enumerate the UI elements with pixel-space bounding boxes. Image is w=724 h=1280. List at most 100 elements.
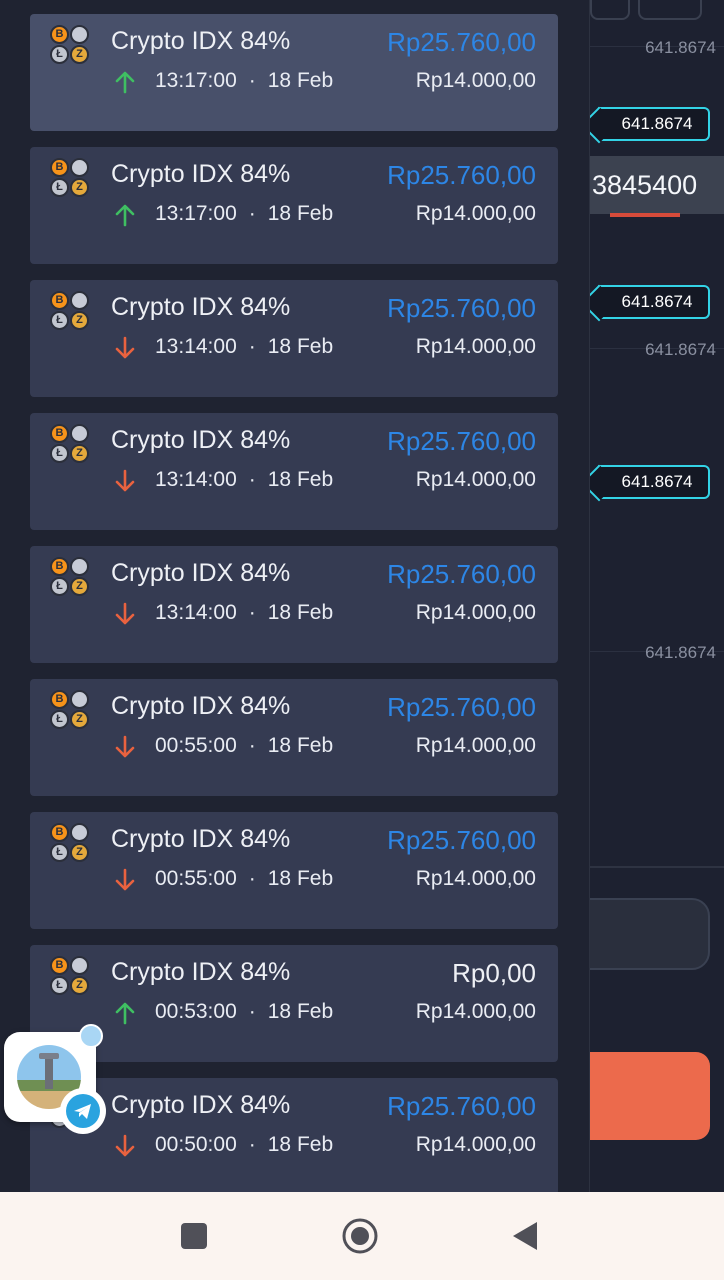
payout-amount: Rp25.760,00 — [387, 27, 536, 57]
expiry-time: 13:17:00 — [155, 69, 237, 92]
price-tag: 641.8674 — [598, 107, 710, 141]
price-chart[interactable]: 641.8674 641.8674 3845400 641.8674 641.8… — [566, 0, 724, 1192]
trade-date: 18 Feb — [267, 1000, 334, 1023]
separator-dot: · — [248, 1000, 256, 1023]
crypto-idx-icon: BŁZ — [50, 291, 90, 331]
arrow-down-icon — [115, 868, 135, 891]
trade-history-item[interactable]: BŁZCrypto IDX 84%Rp25.760,0000:50:00·18 … — [30, 1078, 558, 1192]
asset-name: Crypto IDX 84% — [111, 559, 291, 587]
trade-date: 18 Feb — [267, 601, 334, 624]
arrow-down-icon — [115, 1134, 135, 1157]
asset-name: Crypto IDX 84% — [111, 426, 291, 454]
avatar-tower — [45, 1055, 53, 1089]
expiry-time: 00:55:00 — [155, 734, 237, 757]
arrow-down-icon — [115, 735, 135, 758]
payout-amount: Rp25.760,00 — [387, 1091, 536, 1121]
recents-button[interactable] — [149, 1192, 239, 1280]
trade-amount: Rp14.000,00 — [415, 1000, 536, 1023]
trade-amount: Rp14.000,00 — [415, 734, 536, 757]
arrow-up-icon — [115, 71, 135, 94]
trade-date: 18 Feb — [267, 867, 334, 890]
trade-history-panel[interactable]: B Ł Z Crypto IDX 84% Rp25.760,00 13:17:00 · 18 … — [0, 0, 590, 1192]
trade-time: 13:14:00 · 18 Feb — [155, 468, 333, 492]
crypto-idx-icon: BŁZ — [50, 690, 90, 730]
trade-history-item[interactable]: B Ł Z Crypto IDX 84% Rp25.760,00 13:17:00 · 18 … — [30, 147, 558, 264]
arrow-up-icon — [115, 1002, 135, 1025]
asset-name: Crypto IDX 84% — [111, 825, 291, 853]
trade-history-item[interactable]: B Ł Z Crypto IDX 84% Rp25.760,00 13:14:00 · 18 … — [30, 546, 558, 663]
crypto-idx-icon: BŁZ — [50, 956, 90, 996]
trade-date: 18 Feb — [267, 69, 334, 92]
arrow-down-icon — [115, 602, 135, 625]
trade-amount: Rp14.000,00 — [415, 335, 536, 358]
trade-date: 18 Feb — [267, 468, 334, 491]
trade-history-item[interactable]: B Ł Z Crypto IDX 84% Rp25.760,00 00:55:00 · 18 … — [30, 679, 558, 796]
telegram-badge — [60, 1088, 106, 1134]
trade-history-item[interactable]: B Ł Z Crypto IDX 84% Rp0,00 00:53:00 · 18 Feb Rp… — [30, 945, 558, 1062]
price-axis-label: 641.8674 — [645, 340, 716, 359]
trade-time: 13:17:00 · 18 Feb — [155, 69, 333, 93]
payout-amount: Rp0,00 — [452, 958, 536, 988]
asset-name: Crypto IDX 84% — [111, 293, 291, 321]
back-icon — [513, 1222, 537, 1250]
asset-name: Crypto IDX 84% — [111, 692, 291, 720]
payout-amount: Rp25.760,00 — [387, 426, 536, 456]
asset-name: Crypto IDX 84% — [111, 160, 291, 188]
crypto-idx-icon: BŁZ — [50, 158, 90, 198]
avatar-tower-top — [39, 1053, 59, 1059]
trade-date: 18 Feb — [267, 1133, 334, 1156]
trade-amount: Rp14.000,00 — [415, 601, 536, 624]
expiry-time: 00:50:00 — [155, 1133, 237, 1156]
asset-name: Crypto IDX 84% — [111, 1091, 291, 1119]
expiry-time: 00:53:00 — [155, 1000, 237, 1023]
trade-amount: Rp14.000,00 — [415, 1133, 536, 1156]
telegram-chat-widget[interactable] — [4, 1024, 106, 1134]
recents-icon — [181, 1223, 207, 1249]
separator-dot: · — [248, 69, 256, 92]
system-navigation-bar — [0, 1192, 724, 1280]
separator-dot: · — [248, 335, 256, 358]
crypto-idx-icon: BŁZ — [50, 25, 90, 65]
home-button[interactable] — [315, 1192, 405, 1280]
separator-dot: · — [248, 867, 256, 890]
trade-date: 18 Feb — [267, 335, 334, 358]
trade-history-item[interactable]: B Ł Z Crypto IDX 84% Rp25.760,00 13:14:00 · 18 … — [30, 280, 558, 397]
trade-time: 13:14:00 · 18 Feb — [155, 601, 333, 625]
crypto-idx-icon: BŁZ — [50, 823, 90, 863]
current-quote: 3845400 — [590, 156, 724, 214]
separator-dot: · — [248, 202, 256, 225]
trade-history-item[interactable]: B Ł Z Crypto IDX 84% Rp25.760,00 13:17:00 · 18 … — [30, 14, 558, 131]
trade-history-item[interactable]: B Ł Z Crypto IDX 84% Rp25.760,00 13:14:00 · 18 … — [30, 413, 558, 530]
trade-date: 18 Feb — [267, 202, 334, 225]
crypto-idx-icon: BŁZ — [50, 557, 90, 597]
asset-name: Crypto IDX 84% — [111, 958, 291, 986]
separator-dot: · — [248, 601, 256, 624]
payout-amount: Rp25.760,00 — [387, 692, 536, 722]
separator-dot: · — [248, 734, 256, 757]
trade-date: 18 Feb — [267, 734, 334, 757]
separator-dot: · — [248, 468, 256, 491]
back-button[interactable] — [480, 1192, 570, 1280]
trade-amount: Rp14.000,00 — [415, 867, 536, 890]
chart-top-button[interactable] — [590, 0, 630, 20]
chart-timeframe-button[interactable] — [638, 0, 702, 20]
crypto-idx-icon: BŁZ — [50, 424, 90, 464]
arrow-up-icon — [115, 204, 135, 227]
separator-dot: · — [248, 1133, 256, 1156]
trade-amount: Rp14.000,00 — [415, 69, 536, 92]
asset-name: Crypto IDX 84% — [111, 27, 291, 55]
trade-time: 13:14:00 · 18 Feb — [155, 335, 333, 359]
trade-time: 00:50:00 · 18 Feb — [155, 1133, 333, 1157]
price-tag: 641.8674 — [598, 285, 710, 319]
trade-history-item[interactable]: B Ł Z Crypto IDX 84% Rp25.760,00 00:55:00 · 18 … — [30, 812, 558, 929]
chart-divider — [590, 866, 724, 868]
trade-amount: Rp14.000,00 — [415, 202, 536, 225]
quote-indicator — [610, 213, 680, 217]
payout-amount: Rp25.760,00 — [387, 559, 536, 589]
expiry-time: 13:14:00 — [155, 601, 237, 624]
trade-time: 13:17:00 · 18 Feb — [155, 202, 333, 226]
price-tag: 641.8674 — [598, 465, 710, 499]
expiry-time: 00:55:00 — [155, 867, 237, 890]
trade-time: 00:53:00 · 18 Feb — [155, 1000, 333, 1024]
trade-time: 00:55:00 · 18 Feb — [155, 734, 333, 758]
